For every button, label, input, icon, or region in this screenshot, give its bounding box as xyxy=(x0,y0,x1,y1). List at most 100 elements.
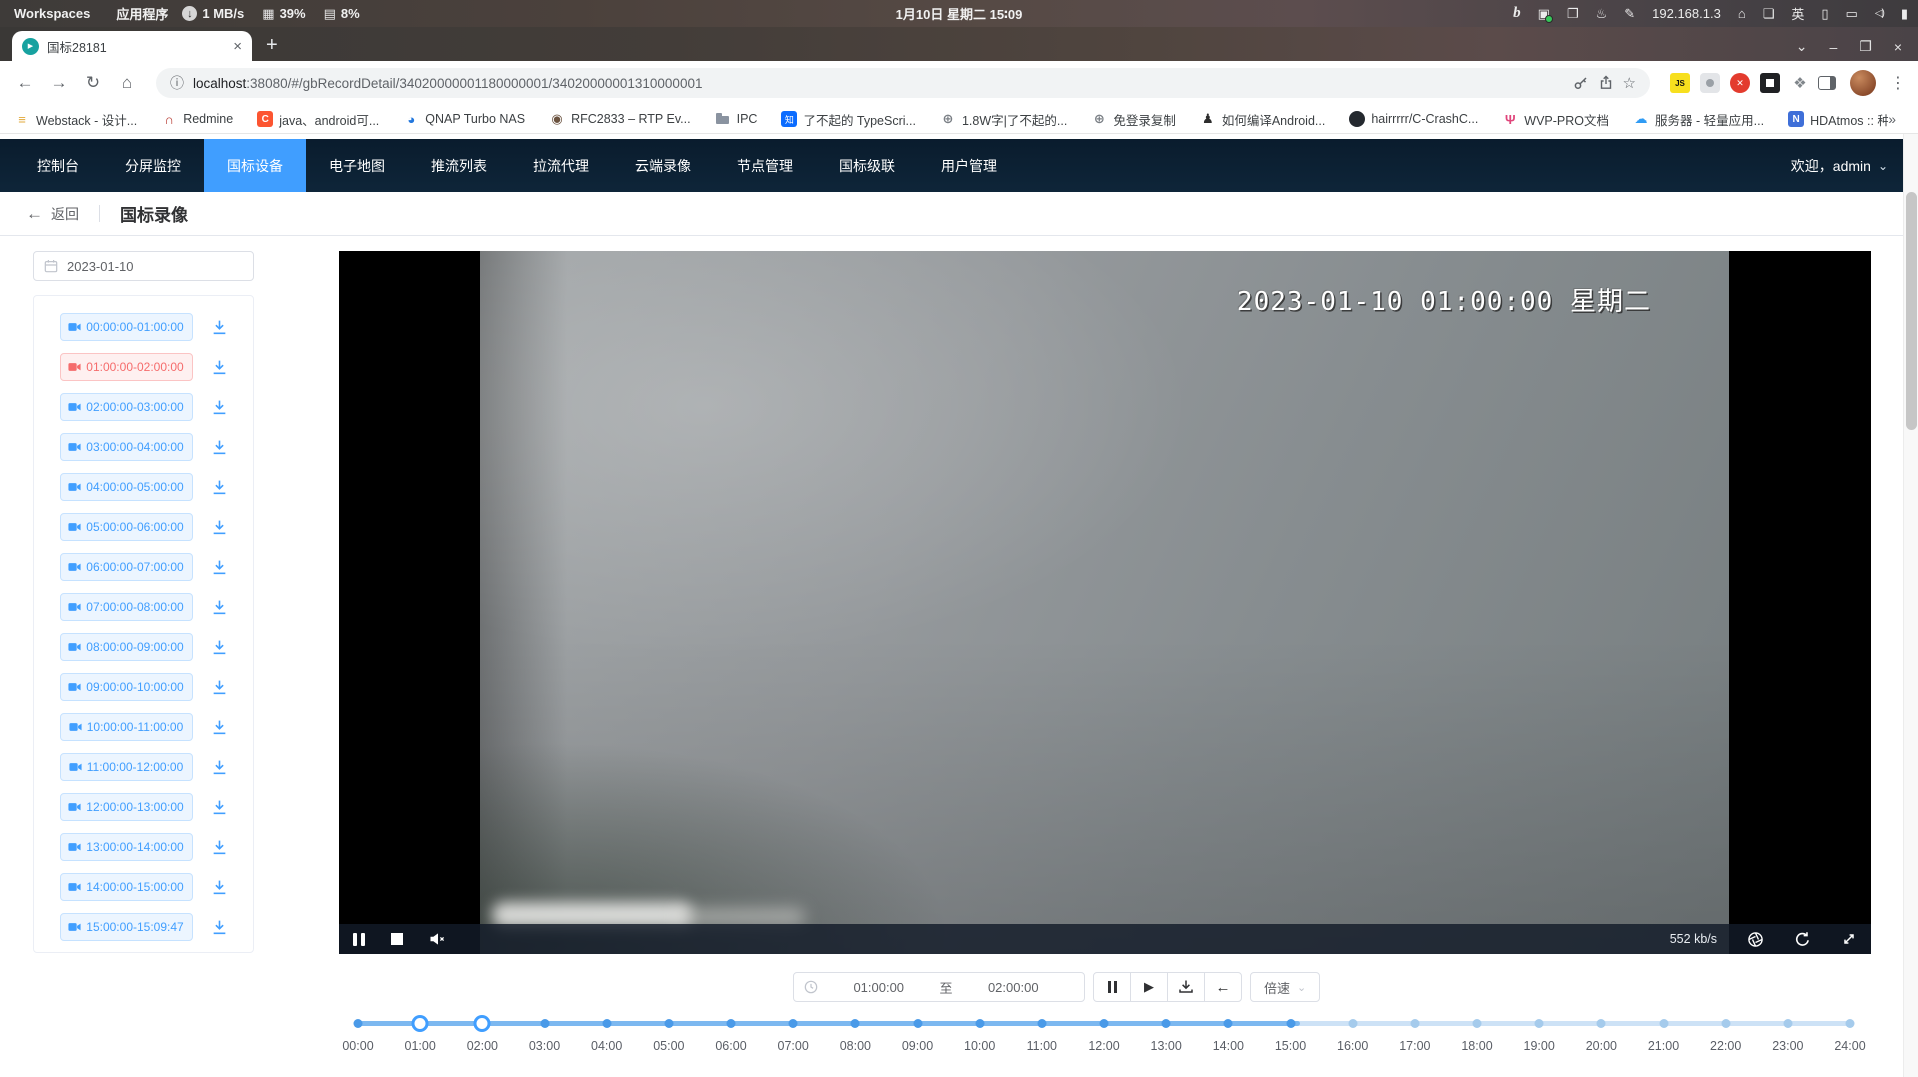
timeline-hour-dot[interactable] xyxy=(1286,1019,1295,1028)
download-segment-icon[interactable] xyxy=(211,439,228,456)
timeline-hour-dot[interactable] xyxy=(1659,1019,1668,1028)
segment-button[interactable]: 05:00:00-06:00:00 xyxy=(60,513,193,541)
back-arrow-icon[interactable]: ← xyxy=(26,204,43,224)
nav-item[interactable]: 国标设备 xyxy=(204,139,306,192)
start-time-input[interactable]: 01:00:00 xyxy=(818,980,940,995)
timeline-handle[interactable] xyxy=(474,1015,491,1032)
download-segment-icon[interactable] xyxy=(211,479,228,496)
bookmark-item[interactable]: ⊕ 1.8W字|了不起的... xyxy=(940,110,1067,129)
download-segment-icon[interactable] xyxy=(211,879,228,896)
timeline-hour-dot[interactable] xyxy=(354,1019,363,1028)
snapshot-icon[interactable] xyxy=(1747,931,1764,948)
refresh-icon[interactable] xyxy=(1794,931,1811,948)
timeline-handle[interactable] xyxy=(412,1015,429,1032)
stop-icon[interactable] xyxy=(391,933,403,945)
nav-item[interactable]: 控制台 xyxy=(14,139,102,192)
segment-button[interactable]: 04:00:00-05:00:00 xyxy=(60,473,193,501)
tray-icon[interactable]: ❏ xyxy=(1763,6,1775,22)
tray-icon[interactable]: ♨ xyxy=(1596,6,1608,22)
share-icon[interactable] xyxy=(1598,75,1614,91)
nav-item[interactable]: 国标级联 xyxy=(816,139,918,192)
download-segment-icon[interactable] xyxy=(211,359,228,376)
timeline-hour-dot[interactable] xyxy=(1783,1019,1792,1028)
download-segment-icon[interactable] xyxy=(211,839,228,856)
timeline-hour-dot[interactable] xyxy=(1224,1019,1233,1028)
timeline-hour-dot[interactable] xyxy=(727,1019,736,1028)
bookmark-star-icon[interactable]: ☆ xyxy=(1623,74,1636,92)
reload-icon[interactable]: ↻ xyxy=(80,70,106,96)
timeline-hour-dot[interactable] xyxy=(664,1019,673,1028)
time-range-picker[interactable]: 01:00:00 至 02:00:00 xyxy=(793,972,1085,1002)
bookmark-item[interactable]: hairrrrr/C-CrashC... xyxy=(1349,111,1478,127)
timeline-hour-dot[interactable] xyxy=(975,1019,984,1028)
download-segment-icon[interactable] xyxy=(211,919,228,936)
download-segment-icon[interactable] xyxy=(211,719,228,736)
timeline-hour-dot[interactable] xyxy=(1473,1019,1482,1028)
extension-icon[interactable]: ✕ xyxy=(1730,73,1750,93)
system-stat[interactable]: ▦ 39% xyxy=(262,6,305,22)
timeline-hour-dot[interactable] xyxy=(789,1019,798,1028)
back-button[interactable]: 返回 xyxy=(51,204,79,224)
bookmark-item[interactable]: Ψ WVP-PRO文档 xyxy=(1502,110,1609,129)
nav-item[interactable]: 电子地图 xyxy=(306,139,408,192)
segment-button[interactable]: 11:00:00-12:00:00 xyxy=(60,753,193,781)
extension-icon[interactable] xyxy=(1760,73,1780,93)
timeline-hour-dot[interactable] xyxy=(1037,1019,1046,1028)
tray-icon[interactable]: 192.168.1.3 xyxy=(1652,6,1721,21)
address-bar[interactable]: ⓘ localhost:38080/#/gbRecordDetail/34020… xyxy=(156,68,1650,98)
home-icon[interactable]: ⌂ xyxy=(114,70,140,96)
extension-icon[interactable]: ❖ xyxy=(1790,73,1810,93)
download-segment-icon[interactable] xyxy=(211,399,228,416)
tab-search-icon[interactable]: ⌄ xyxy=(1796,38,1808,55)
timeline-hour-dot[interactable] xyxy=(1100,1019,1109,1028)
bookmark-item[interactable]: C java、android可... xyxy=(257,110,379,129)
window-close-icon[interactable]: × xyxy=(1894,39,1902,55)
side-panel-icon[interactable] xyxy=(1818,76,1836,90)
date-picker[interactable]: 2023-01-10 xyxy=(33,251,254,281)
bookmark-item[interactable]: N HDAtmos :: 种子 *... xyxy=(1788,110,1888,129)
timeline-hour-dot[interactable] xyxy=(1162,1019,1171,1028)
extension-icon[interactable] xyxy=(1700,73,1720,93)
window-restore-icon[interactable]: ❐ xyxy=(1859,38,1872,55)
download-segment-icon[interactable] xyxy=(211,759,228,776)
extension-icon[interactable]: JS xyxy=(1670,73,1690,93)
download-segment-icon[interactable] xyxy=(211,679,228,696)
timeline-hour-dot[interactable] xyxy=(1597,1019,1606,1028)
nav-item[interactable]: 分屏监控 xyxy=(102,139,204,192)
timeline-hour-dot[interactable] xyxy=(851,1019,860,1028)
segment-button[interactable]: 01:00:00-02:00:00 xyxy=(60,353,193,381)
tray-icon[interactable]: ▮ xyxy=(1901,6,1908,22)
seek-back-button[interactable]: ← xyxy=(1204,972,1242,1002)
speed-dropdown[interactable]: 倍速 ⌄ xyxy=(1250,972,1320,1002)
segment-button[interactable]: 14:00:00-15:00:00 xyxy=(60,873,193,901)
pause-icon[interactable] xyxy=(353,933,365,946)
timeline-hour-dot[interactable] xyxy=(1348,1019,1357,1028)
forward-icon[interactable]: → xyxy=(46,70,72,96)
bookmark-item[interactable]: ♟ 如何编译Android... xyxy=(1200,110,1326,129)
bookmark-item[interactable]: ≡ Webstack - 设计... xyxy=(14,110,137,129)
end-time-input[interactable]: 02:00:00 xyxy=(953,980,1075,995)
segment-button[interactable]: 00:00:00-01:00:00 xyxy=(60,313,193,341)
fullscreen-icon[interactable] xyxy=(1841,931,1857,947)
bookmark-item[interactable]: ◕ QNAP Turbo NAS xyxy=(403,111,525,127)
password-key-icon[interactable] xyxy=(1573,75,1589,91)
user-menu[interactable]: 欢迎，admin ⌄ xyxy=(1791,139,1918,192)
timeline-hour-dot[interactable] xyxy=(1846,1019,1855,1028)
tray-icon[interactable]: 英 xyxy=(1791,4,1804,23)
segment-button[interactable]: 09:00:00-10:00:00 xyxy=(60,673,193,701)
segment-button[interactable]: 07:00:00-08:00:00 xyxy=(60,593,193,621)
download-button[interactable] xyxy=(1167,972,1205,1002)
nav-item[interactable]: 推流列表 xyxy=(408,139,510,192)
browser-tab[interactable]: ▶ 国标28181 × xyxy=(12,31,252,61)
download-segment-icon[interactable] xyxy=(211,799,228,816)
download-segment-icon[interactable] xyxy=(211,519,228,536)
scrollbar-thumb[interactable] xyxy=(1906,192,1917,430)
bookmark-item[interactable]: 知 了不起的 TypeScri... xyxy=(781,110,916,129)
applications-button[interactable]: 应用程序 xyxy=(116,4,168,23)
segment-button[interactable]: 03:00:00-04:00:00 xyxy=(60,433,193,461)
tray-icon[interactable]: ▭ xyxy=(1846,6,1858,22)
segment-button[interactable]: 02:00:00-03:00:00 xyxy=(60,393,193,421)
tray-icon[interactable]: ▯ xyxy=(1821,6,1828,22)
workspaces-button[interactable]: Workspaces xyxy=(14,6,90,21)
url-text[interactable]: localhost:38080/#/gbRecordDetail/3402000… xyxy=(193,76,1564,91)
